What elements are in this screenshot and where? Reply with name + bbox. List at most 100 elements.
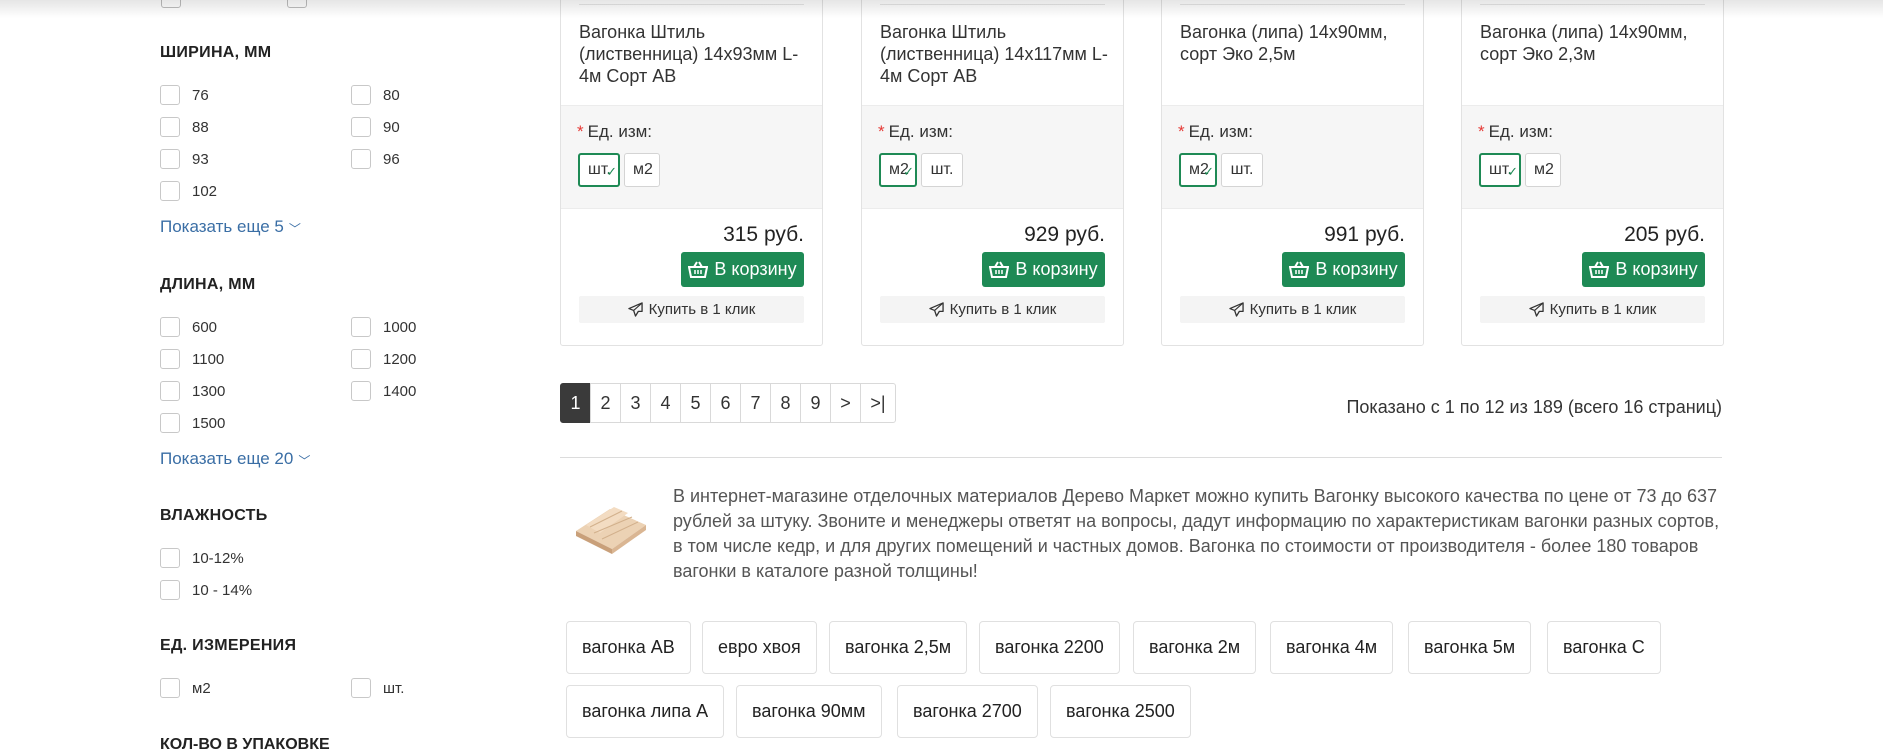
checkbox[interactable] xyxy=(160,317,180,337)
header-shadow xyxy=(0,0,1883,18)
tag-link[interactable]: вагонка липа А xyxy=(566,685,725,738)
filter-option[interactable]: 1100 xyxy=(160,349,351,369)
tag-link[interactable]: вагонка 2м xyxy=(1133,621,1257,674)
filter-title: КОЛ-ВО В УПАКОВКЕ xyxy=(160,736,330,753)
product-name[interactable]: Вагонка (липа) 14х90мм, сорт Эко 2,3м xyxy=(1480,21,1711,65)
buy-one-click-button[interactable]: Купить в 1 клик xyxy=(579,296,804,323)
filter-option[interactable]: м2 xyxy=(160,678,351,698)
filter-option[interactable]: 1200 xyxy=(351,349,511,369)
add-to-cart-button[interactable]: В корзину xyxy=(681,252,804,287)
checkbox[interactable] xyxy=(351,149,371,169)
unit-option[interactable]: шт. xyxy=(1221,153,1263,187)
tag-link[interactable]: вагонка 90мм xyxy=(736,685,882,738)
checkbox[interactable] xyxy=(351,85,371,105)
checkbox[interactable] xyxy=(351,381,371,401)
product-card: Вагонка (липа) 14х90мм, сорт Эко 2,3м * Е… xyxy=(1461,0,1724,346)
checkbox[interactable] xyxy=(351,349,371,369)
unit-option[interactable]: м2 xyxy=(624,153,660,187)
checkmark-icon: ✓ xyxy=(1507,164,1518,179)
filter-option[interactable]: 10-12% xyxy=(160,548,511,568)
tag-link[interactable]: вагонка 2,5м xyxy=(829,621,968,674)
unit-option-selected[interactable]: шт. ✓ xyxy=(1479,153,1521,187)
checkbox[interactable] xyxy=(160,548,180,568)
page-9[interactable]: 9 xyxy=(800,383,831,423)
filter-option[interactable]: 80 xyxy=(351,85,511,105)
filter-title: ВЛАЖНОСТЬ xyxy=(160,507,268,524)
filter-option[interactable]: 600 xyxy=(160,317,351,337)
checkbox[interactable] xyxy=(160,181,180,201)
page-2[interactable]: 2 xyxy=(590,383,621,423)
unit-selector: * Ед. изм: м2 ✓ шт. xyxy=(1162,105,1423,209)
product-name[interactable]: Вагонка Штиль (лиственница) 14х117мм L-4… xyxy=(880,21,1111,87)
filter-option[interactable]: 76 xyxy=(160,85,351,105)
tag-link[interactable]: вагонка С xyxy=(1547,621,1661,674)
filter-option[interactable]: 88 xyxy=(160,117,351,137)
filter-option[interactable]: 1000 xyxy=(351,317,511,337)
filter-option[interactable]: 1500 xyxy=(160,413,351,433)
page-last[interactable]: >| xyxy=(860,383,896,423)
tag-link[interactable]: вагонка 4м xyxy=(1270,621,1394,674)
page-1[interactable]: 1 xyxy=(560,383,591,423)
unit-option-selected[interactable]: м2 ✓ xyxy=(879,153,917,187)
checkbox[interactable] xyxy=(160,85,180,105)
paper-plane-icon xyxy=(928,302,944,317)
page-4[interactable]: 4 xyxy=(650,383,681,423)
filter-option[interactable]: 90 xyxy=(351,117,511,137)
product-price: 205 руб. xyxy=(1624,223,1705,246)
page-next[interactable]: > xyxy=(830,383,861,423)
tag-link[interactable]: евро хвоя xyxy=(702,621,817,674)
checkbox[interactable] xyxy=(160,381,180,401)
checkbox[interactable] xyxy=(160,349,180,369)
checkbox[interactable] xyxy=(351,678,371,698)
filter-option[interactable]: 102 xyxy=(160,181,351,201)
tag-link[interactable]: вагонка АВ xyxy=(566,621,691,674)
tag-link[interactable]: вагонка 2700 xyxy=(897,685,1038,738)
unit-option-selected[interactable]: шт. ✓ xyxy=(578,153,620,187)
unit-selector: * Ед. изм: шт. ✓ м2 xyxy=(561,105,822,209)
buy-one-click-button[interactable]: Купить в 1 клик xyxy=(1480,296,1705,323)
checkbox[interactable] xyxy=(160,117,180,137)
filter-title: ШИРИНА, ММ xyxy=(160,44,272,61)
show-more-link[interactable]: Показать еще 5 ﹀ xyxy=(160,217,301,237)
tag-link[interactable]: вагонка 2500 xyxy=(1050,685,1191,738)
pagination: 1 2 3 4 5 6 7 8 9 > >| xyxy=(560,383,896,423)
page-6[interactable]: 6 xyxy=(710,383,741,423)
add-to-cart-button[interactable]: В корзину xyxy=(1282,252,1405,287)
page-5[interactable]: 5 xyxy=(680,383,711,423)
filter-option[interactable]: 96 xyxy=(351,149,511,169)
filter-option[interactable]: 1400 xyxy=(351,381,511,401)
checkbox[interactable] xyxy=(160,149,180,169)
product-price: 929 руб. xyxy=(1024,223,1105,246)
buy-one-click-button[interactable]: Купить в 1 клик xyxy=(880,296,1105,323)
checkbox[interactable] xyxy=(160,413,180,433)
unit-label: * Ед. изм: xyxy=(1178,122,1254,141)
paper-plane-icon xyxy=(1528,302,1544,317)
filter-option[interactable]: 93 xyxy=(160,149,351,169)
unit-option-selected[interactable]: м2 ✓ xyxy=(1179,153,1217,187)
show-more-link[interactable]: Показать еще 20 ﹀ xyxy=(160,449,310,469)
basket-icon xyxy=(1589,260,1610,278)
page-3[interactable]: 3 xyxy=(620,383,651,423)
unit-option[interactable]: шт. xyxy=(921,153,963,187)
unit-option[interactable]: м2 xyxy=(1525,153,1561,187)
tag-link[interactable]: вагонка 5м xyxy=(1408,621,1532,674)
add-to-cart-button[interactable]: В корзину xyxy=(1582,252,1705,287)
filter-option[interactable]: 1300 xyxy=(160,381,351,401)
checkbox[interactable] xyxy=(351,117,371,137)
product-name[interactable]: Вагонка Штиль (лиственница) 14х93мм L-4м… xyxy=(579,21,810,87)
checkbox[interactable] xyxy=(351,317,371,337)
chevron-down-icon: ﹀ xyxy=(298,453,311,468)
page-7[interactable]: 7 xyxy=(740,383,771,423)
filter-length: ДЛИНА, ММ 600 1000 1100 1200 1300 1400 1… xyxy=(160,275,520,469)
checkbox[interactable] xyxy=(160,678,180,698)
category-description: В интернет-магазине отделочных материало… xyxy=(673,486,1720,581)
filter-option[interactable]: 10 - 14% xyxy=(160,580,511,600)
product-price: 315 руб. xyxy=(723,223,804,246)
filter-option[interactable]: шт. xyxy=(351,678,511,698)
checkbox[interactable] xyxy=(160,580,180,600)
buy-one-click-button[interactable]: Купить в 1 клик xyxy=(1180,296,1405,323)
tag-link[interactable]: вагонка 2200 xyxy=(979,621,1120,674)
add-to-cart-button[interactable]: В корзину xyxy=(982,252,1105,287)
page-8[interactable]: 8 xyxy=(770,383,801,423)
product-name[interactable]: Вагонка (липа) 14х90мм, сорт Эко 2,5м xyxy=(1180,21,1411,65)
